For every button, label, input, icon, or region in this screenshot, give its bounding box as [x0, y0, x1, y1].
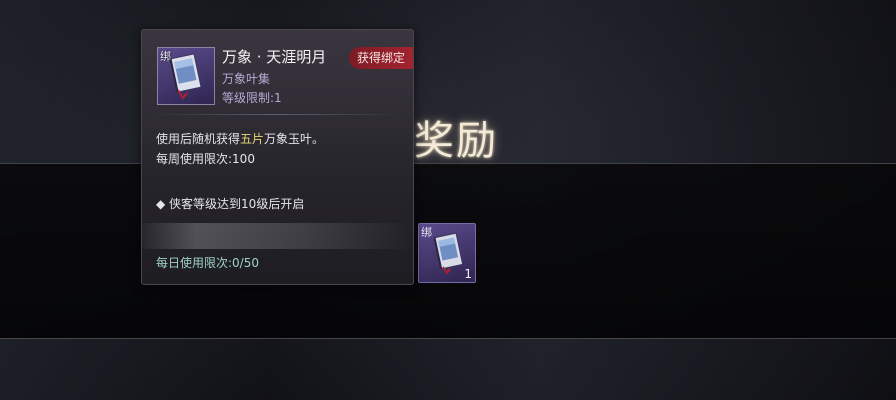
reward-item-slot[interactable]: 绑 1 [418, 223, 476, 283]
item-name: 万象 · 天涯明月 [222, 48, 327, 66]
divider [152, 114, 403, 115]
tooltip-item-icon: 绑 [157, 47, 215, 105]
desc-suffix: 万象玉叶。 [264, 132, 325, 146]
book-icon [433, 232, 464, 275]
desc-prefix: 使用后随机获得 [156, 132, 241, 146]
weekly-limit: 每周使用限次:100 [156, 152, 255, 166]
bind-status-badge: 获得绑定 [349, 47, 413, 69]
bind-label: 绑 [421, 226, 432, 239]
unlock-condition: ◆ 侠客等级达到10级后开启 [156, 197, 305, 211]
ink-brush-divider [142, 223, 413, 249]
daily-limit: 每日使用限次:0/50 [156, 256, 259, 270]
item-description: 使用后随机获得五片万象玉叶。 [156, 130, 324, 147]
level-requirement: 等级限制:1 [222, 91, 282, 105]
book-icon [169, 53, 202, 100]
item-count: 1 [464, 267, 472, 281]
item-category: 万象叶集 [222, 72, 271, 86]
desc-highlight: 五片 [240, 132, 265, 146]
item-tooltip: 绑 万象 · 天涯明月 获得绑定 万象叶集 等级限制:1 使用后随机获得五片万象… [141, 29, 414, 285]
